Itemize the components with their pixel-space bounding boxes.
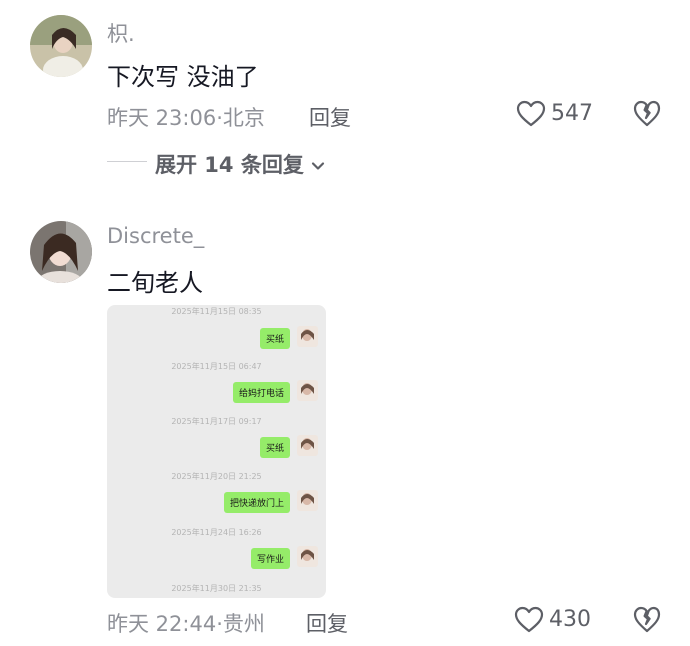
comment-2-time: 昨天 22:44 [107,612,217,636]
chat-bubble: 买纸 [259,328,290,349]
comment-1-time: 昨天 23:06 [107,106,217,130]
comment-2-like-count: 430 [549,607,591,632]
comment-1-location: 北京 [222,106,265,130]
chat-timestamp: 2025年11月30日 21:35 [171,584,262,593]
chat-avatar [297,326,318,347]
chat-screenshot-image[interactable]: 2025年11月15日 08:35 买纸 2025年11月15日 06:47 给… [107,305,326,598]
comment-2-content: 二旬老人 [107,269,203,297]
expand-replies-button[interactable]: 展开 14 条回复 [155,149,325,179]
chat-timestamp: 2025年11月20日 21:25 [171,472,262,481]
heart-outline-icon[interactable] [514,606,544,634]
chat-bubble: 买纸 [259,437,290,458]
broken-heart-icon[interactable] [633,606,661,634]
comment-2-avatar[interactable] [30,221,92,283]
chat-avatar [297,490,318,511]
comment-1-meta: 昨天 23:06·北京 [107,106,265,130]
comment-1-username[interactable]: 枳. [107,18,135,48]
chat-timestamp: 2025年11月15日 06:47 [171,362,262,371]
chat-bubble: 把快递放门上 [223,492,290,513]
chat-avatar [297,380,318,401]
comment-2-username[interactable]: Discrete_ [107,224,204,248]
comment-2-reply-button[interactable]: 回复 [306,608,348,638]
broken-heart-icon[interactable] [633,100,661,128]
comment-1-like-count: 547 [551,101,593,126]
comment-2-meta: 昨天 22:44·贵州 [107,612,265,636]
comment-1-avatar[interactable] [30,15,92,77]
chat-avatar [297,435,318,456]
chat-timestamp: 2025年11月24日 16:26 [171,528,262,537]
comment-1-content: 下次写 没油了 [107,63,259,91]
chat-bubble: 写作业 [250,548,290,569]
expand-divider [107,161,147,162]
chevron-down-icon [312,162,325,170]
chat-timestamp: 2025年11月15日 08:35 [171,307,262,316]
chat-avatar [297,546,318,567]
chat-bubble: 给妈打电话 [232,382,290,403]
chat-timestamp: 2025年11月17日 09:17 [171,417,262,426]
comment-1-reply-button[interactable]: 回复 [309,102,351,132]
expand-replies-label: 展开 14 条回复 [155,153,304,177]
heart-outline-icon[interactable] [516,100,546,128]
comment-2-location: 贵州 [222,612,265,636]
